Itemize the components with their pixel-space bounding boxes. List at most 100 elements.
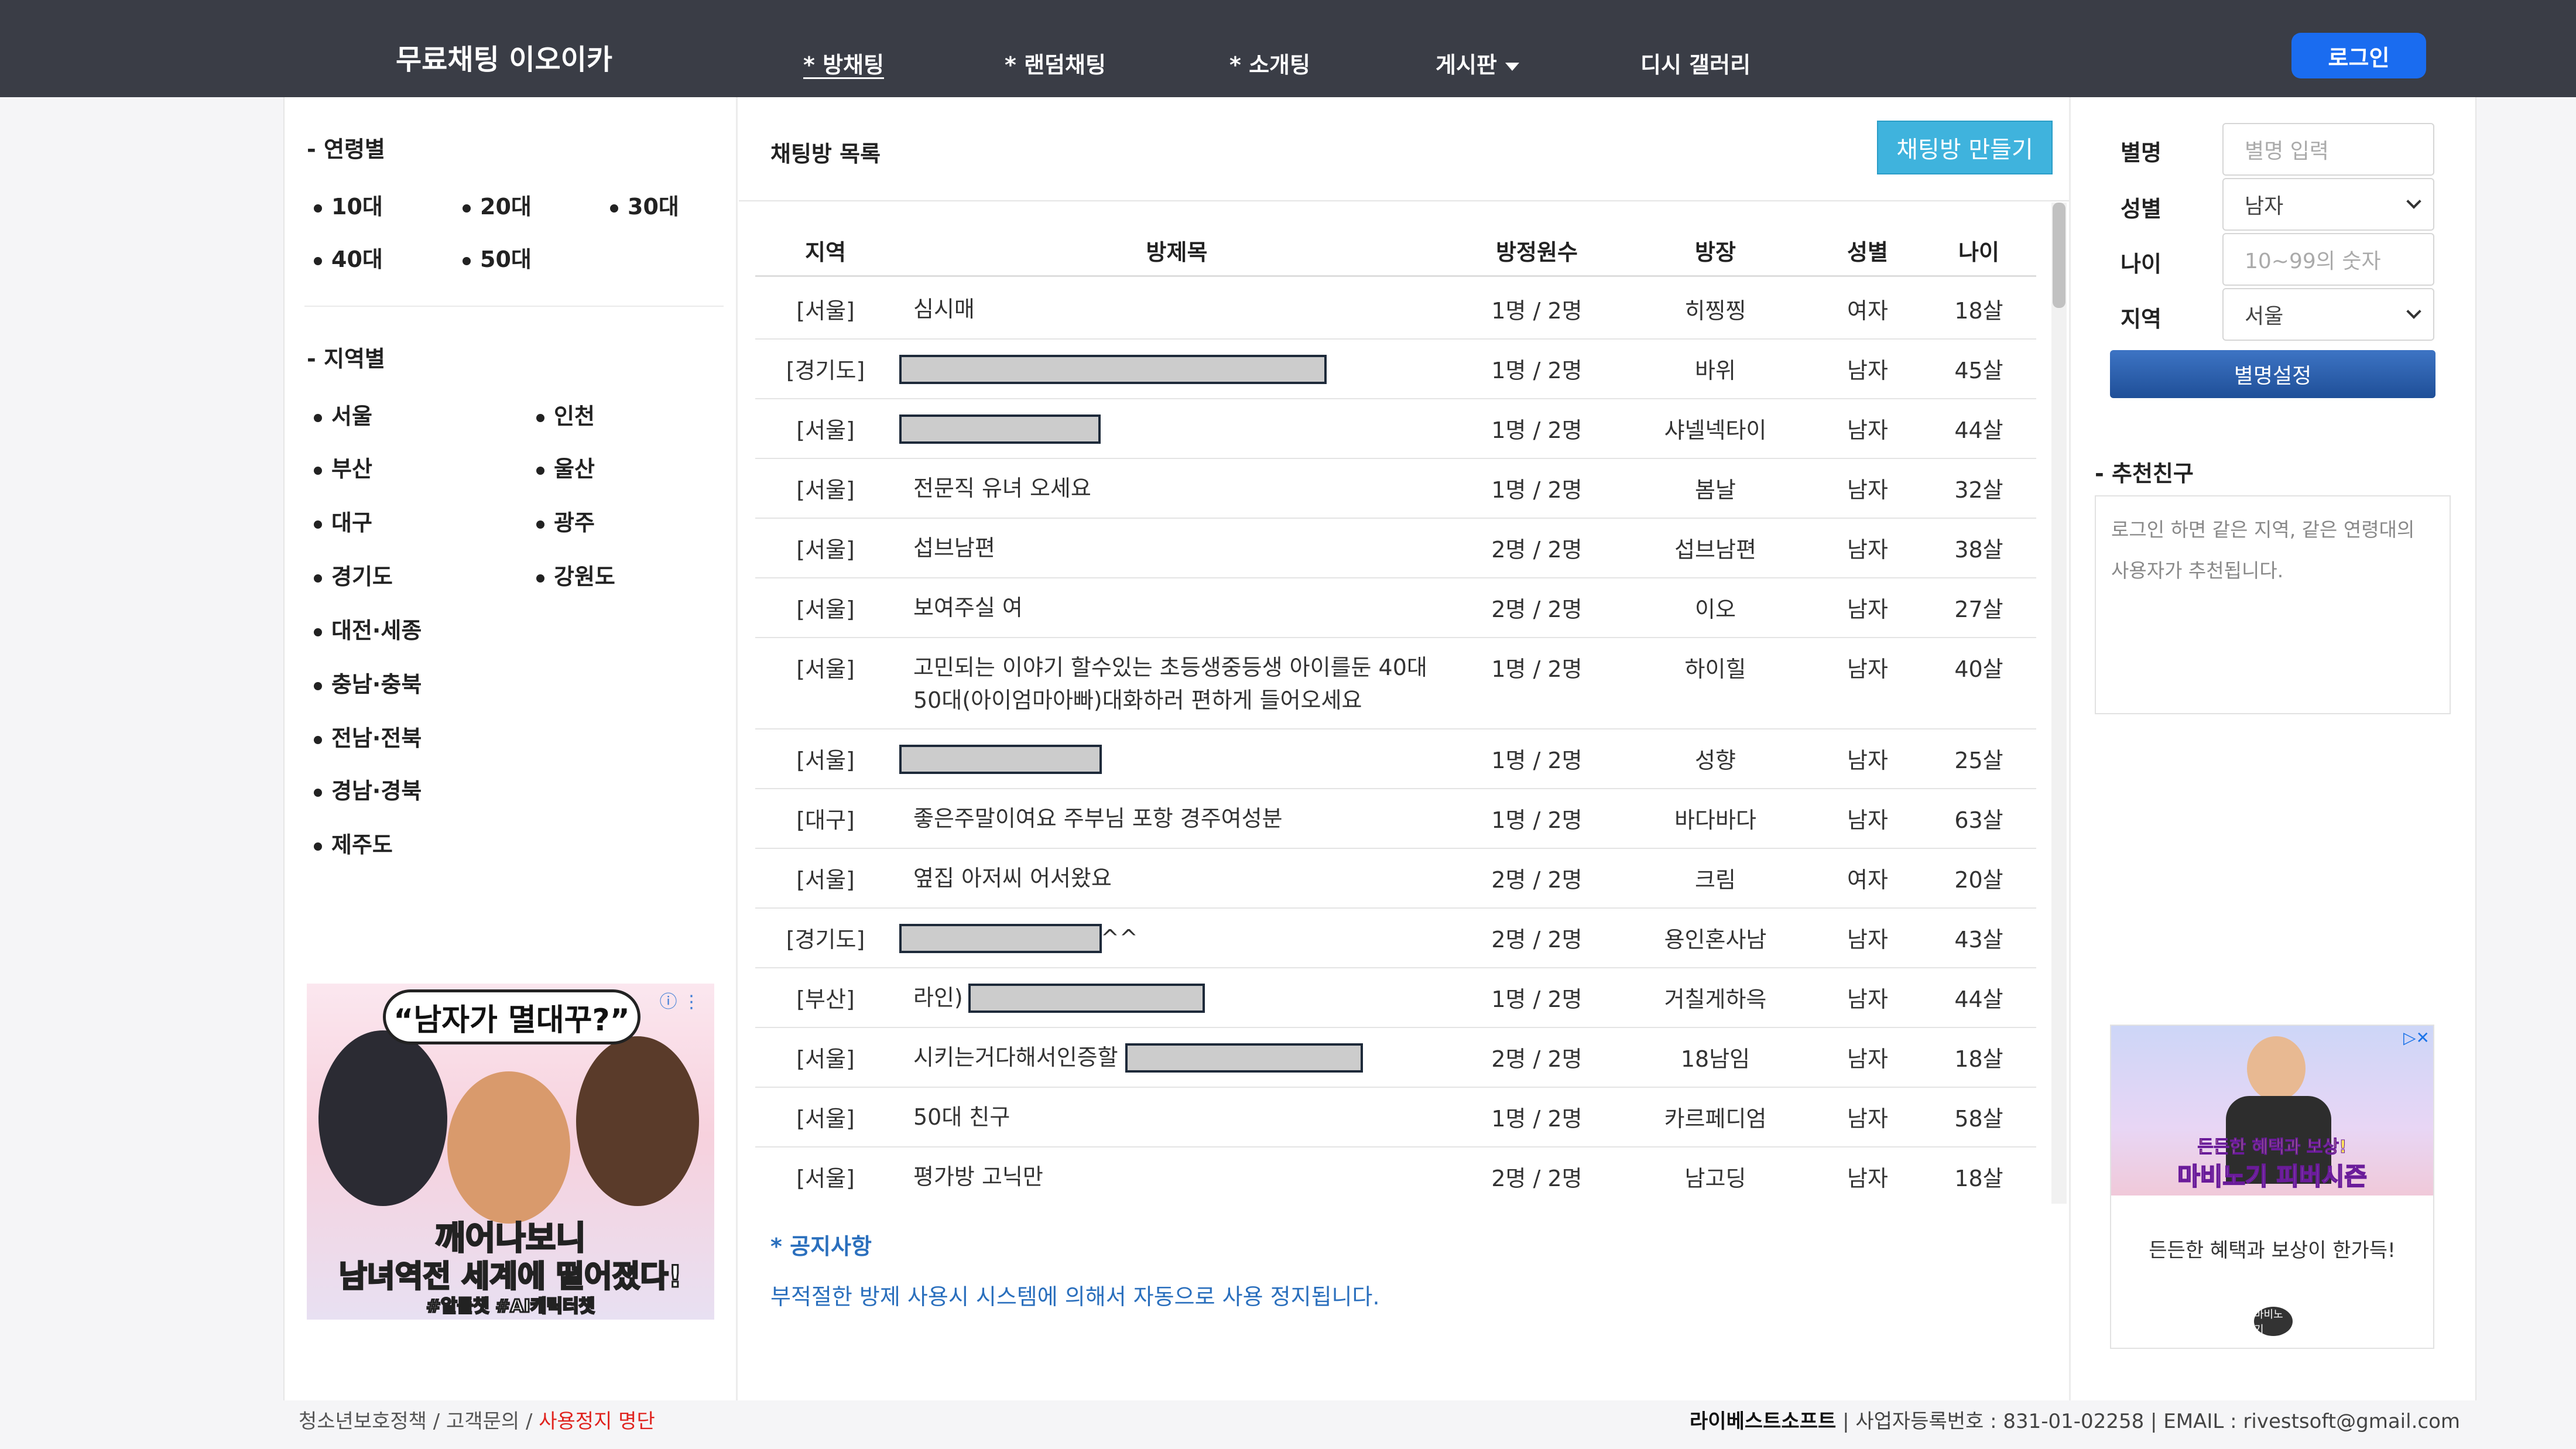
cell-gender: 남자 bbox=[1847, 986, 1888, 1012]
cell-capacity: 1명 / 2명 bbox=[1491, 298, 1582, 324]
cell-capacity: 2명 / 2명 bbox=[1491, 927, 1582, 953]
age-filter-40[interactable]: 40대 bbox=[314, 241, 383, 273]
advertisement-left[interactable]: “남자가 멸대꾸?” ⓘ ⋮ 깨어나보니 남녀역전 세계에 떨어졌다! #알툴챗… bbox=[307, 984, 714, 1320]
cell-gender: 남자 bbox=[1847, 1046, 1888, 1072]
cell-age: 58살 bbox=[1954, 1106, 2003, 1132]
create-room-button[interactable]: 채팅방 만들기 bbox=[1877, 121, 2053, 174]
bullet-icon bbox=[314, 681, 322, 690]
age-filter-20[interactable]: 20대 bbox=[463, 189, 532, 221]
age-filter-50[interactable]: 50대 bbox=[463, 241, 532, 273]
footer-ban-list-link[interactable]: 사용정지 명단 bbox=[539, 1410, 655, 1433]
region-filter-chungcheong[interactable]: 충남·충북 bbox=[314, 666, 422, 698]
ad-tags: #알툴챗 #AI캐릭터챗 bbox=[425, 1296, 595, 1318]
age-input[interactable]: 10~99의 숫자 bbox=[2222, 233, 2434, 286]
bullet-icon bbox=[314, 413, 322, 422]
ad-banner-title: 마비노기 피버시즌 bbox=[2177, 1162, 2368, 1191]
region-filter-jeolla[interactable]: 전남·전북 bbox=[314, 720, 422, 752]
cell-title: 좋은주말이여요 주부님 포항 경주여성분 bbox=[913, 806, 1283, 831]
region-filter-seoul[interactable]: 서울 bbox=[314, 398, 372, 430]
cell-age: 43살 bbox=[1954, 927, 2003, 953]
cell-gender: 남자 bbox=[1847, 537, 1888, 563]
scrollbar-thumb[interactable] bbox=[2053, 203, 2065, 308]
label-gender: 성별 bbox=[2121, 196, 2161, 222]
bullet-icon bbox=[314, 466, 322, 475]
cell-age: 38살 bbox=[1954, 537, 2003, 563]
cell-region: [서울] bbox=[796, 537, 855, 563]
region-filter-gyeonggi[interactable]: 경기도 bbox=[314, 559, 393, 591]
cell-host: 이오 bbox=[1695, 597, 1736, 622]
cell-age: 44살 bbox=[1954, 417, 2003, 443]
ad-close-icon[interactable]: ▷✕ bbox=[2403, 1028, 2430, 1047]
region-filter-daegu[interactable]: 대구 bbox=[314, 505, 372, 537]
table-header-line bbox=[755, 275, 2036, 277]
cell-host: 크림 bbox=[1695, 867, 1736, 893]
cell-title: ^^ bbox=[1101, 925, 1138, 951]
ad-character-2 bbox=[447, 1071, 570, 1224]
nav-random-chat[interactable]: * 랜덤채팅 bbox=[1005, 47, 1106, 79]
region-filter-jeju[interactable]: 제주도 bbox=[314, 827, 393, 859]
cell-capacity: 1명 / 2명 bbox=[1491, 358, 1582, 383]
left-sidebar: - 연령별 10대 20대 30대 40대 50대 - 지역별 서울 인천 부산… bbox=[283, 97, 738, 1400]
right-sidebar-divider bbox=[2069, 97, 2071, 1400]
chevron-down-icon bbox=[1505, 62, 1519, 71]
region-filter-busan[interactable]: 부산 bbox=[314, 451, 372, 483]
cell-capacity: 2명 / 2명 bbox=[1491, 597, 1582, 622]
nav-board[interactable]: 게시판 bbox=[1436, 47, 1519, 79]
region-filter-ulsan[interactable]: 울산 bbox=[536, 451, 595, 483]
cell-host: 카르페디엄 bbox=[1664, 1106, 1767, 1132]
region-select[interactable]: 서울 bbox=[2222, 288, 2434, 341]
cell-capacity: 2명 / 2명 bbox=[1491, 1046, 1582, 1072]
row-divider bbox=[755, 907, 2036, 909]
cell-age: 45살 bbox=[1954, 358, 2003, 383]
cell-capacity: 1명 / 2명 bbox=[1491, 986, 1582, 1012]
row-divider bbox=[755, 967, 2036, 968]
col-header-title: 방제목 bbox=[1146, 239, 1208, 265]
room-list-scrollbar[interactable] bbox=[2051, 203, 2067, 1204]
brand-logo[interactable]: 무료채팅 이오이카 bbox=[396, 36, 612, 77]
col-header-gender: 성별 bbox=[1847, 239, 1888, 265]
region-filter-gangwon[interactable]: 강원도 bbox=[536, 559, 615, 591]
cell-title: 심시매 bbox=[913, 296, 975, 322]
ad-logo: 마비노기 bbox=[2254, 1307, 2293, 1336]
nickname-input[interactable]: 별명 입력 bbox=[2222, 123, 2434, 176]
cell-host: 남고딩 bbox=[1684, 1166, 1746, 1191]
advertisement-right[interactable]: 든든한 혜택과 보상! 마비노기 피버시즌 ▷✕ 든든한 혜택과 보상이 한가득… bbox=[2110, 1025, 2434, 1349]
ad-character-1 bbox=[318, 1030, 447, 1206]
set-nickname-button[interactable]: 별명설정 bbox=[2110, 350, 2435, 398]
region-filter-gwangju[interactable]: 광주 bbox=[536, 505, 595, 537]
cell-capacity: 1명 / 2명 bbox=[1491, 1106, 1582, 1132]
cell-title: 섭브남편 bbox=[913, 535, 995, 561]
nav-dc-gallery[interactable]: 디시 갤러리 bbox=[1640, 47, 1751, 79]
cell-region: [경기도] bbox=[786, 358, 865, 383]
bullet-icon bbox=[463, 256, 471, 265]
region-filter-incheon[interactable]: 인천 bbox=[536, 398, 595, 430]
cell-gender: 남자 bbox=[1847, 477, 1888, 503]
cell-host: 하이힐 bbox=[1684, 656, 1746, 682]
row-divider bbox=[755, 1027, 2036, 1028]
nav-room-chat[interactable]: * 방채팅 bbox=[803, 47, 884, 79]
footer-business-info: | 사업자등록번호 : 831-01-02258 | EMAIL : rives… bbox=[1836, 1410, 2460, 1433]
region-filter-daejeon[interactable]: 대전·세종 bbox=[314, 612, 422, 645]
bullet-icon bbox=[314, 256, 322, 265]
age-filter-10[interactable]: 10대 bbox=[314, 189, 383, 221]
login-button[interactable]: 로그인 bbox=[2291, 33, 2426, 78]
ad-info-icon[interactable]: ⓘ ⋮ bbox=[659, 987, 700, 1013]
region-filter-gyeongsang[interactable]: 경남·경북 bbox=[314, 773, 422, 805]
gender-select[interactable]: 남자 bbox=[2222, 178, 2434, 231]
footer-youth-policy-link[interactable]: 청소년보호정책 bbox=[299, 1410, 427, 1433]
footer-contact-link[interactable]: 고객문의 bbox=[446, 1410, 519, 1433]
nav-blind-date[interactable]: * 소개팅 bbox=[1229, 47, 1310, 79]
cell-region: [서울] bbox=[796, 298, 855, 324]
redacted-title-block bbox=[899, 415, 1101, 444]
cell-gender: 남자 bbox=[1847, 597, 1888, 622]
redacted-title-block bbox=[899, 924, 1102, 953]
redacted-title-block bbox=[968, 984, 1205, 1013]
cell-capacity: 1명 / 2명 bbox=[1491, 807, 1582, 833]
cell-gender: 남자 bbox=[1847, 927, 1888, 953]
cell-host: 바다바다 bbox=[1674, 807, 1756, 833]
cell-gender: 남자 bbox=[1847, 358, 1888, 383]
bullet-icon bbox=[314, 628, 322, 636]
age-filter-30[interactable]: 30대 bbox=[610, 189, 679, 221]
row-divider bbox=[755, 728, 2036, 729]
cell-title: 고민되는 이야기 할수있는 초등생중등생 아이를둔 40대 50대(아이엄마아빠… bbox=[913, 655, 1427, 713]
